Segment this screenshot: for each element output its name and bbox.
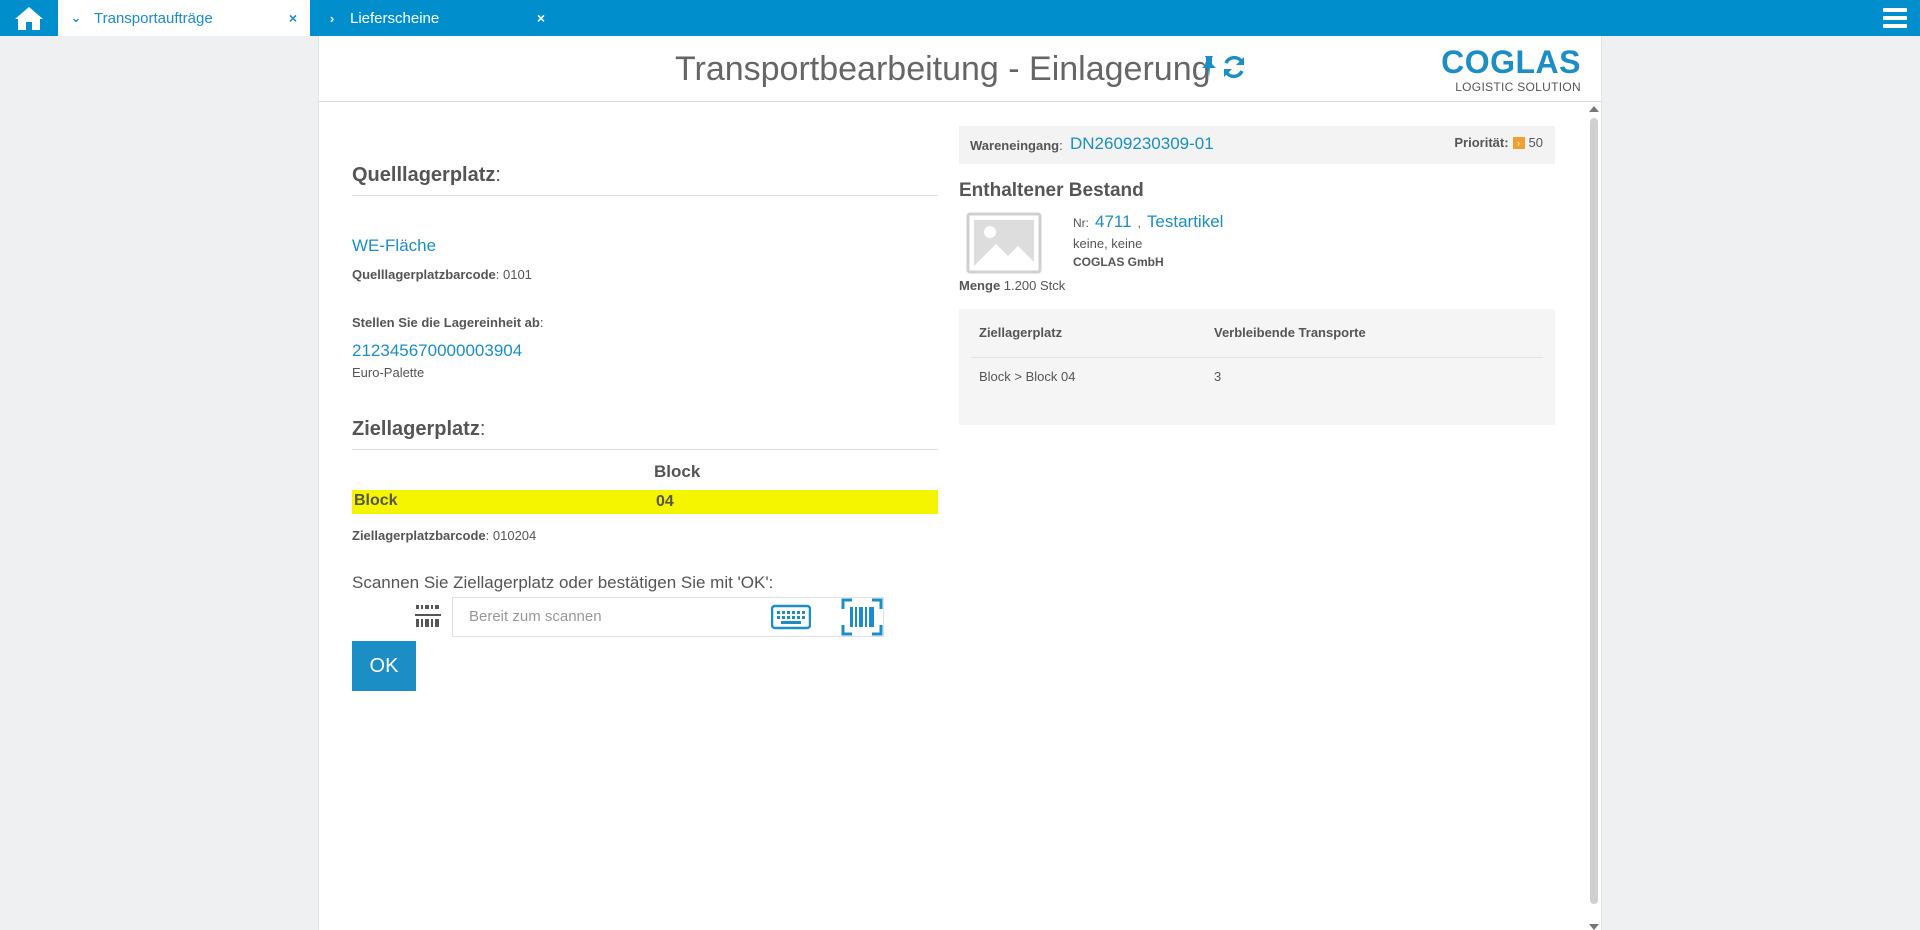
priority: Priorität: › 50 bbox=[1454, 135, 1543, 150]
barcode-scan-icon bbox=[415, 605, 441, 627]
page-title: Transportbearbeitung - Einlagerung bbox=[675, 50, 1211, 88]
target-row-value: 04 bbox=[656, 493, 674, 510]
close-tab-button[interactable]: × bbox=[276, 10, 310, 26]
keyboard-icon[interactable] bbox=[771, 604, 811, 630]
chevron-down-icon: ⌄ bbox=[70, 10, 82, 25]
logo-main-text: COGLAS bbox=[1441, 44, 1581, 80]
target-title: Ziellagerplatz: bbox=[352, 418, 486, 440]
page-header: Transportbearbeitung - Einlagerung COGLA… bbox=[319, 36, 1601, 102]
nr-label: Nr: bbox=[1073, 216, 1089, 230]
tab-label: Lieferscheine bbox=[350, 9, 440, 27]
priority-value: 50 bbox=[1528, 135, 1543, 150]
separator: , bbox=[1137, 216, 1141, 230]
home-icon bbox=[15, 7, 43, 30]
vertical-scrollbar[interactable] bbox=[1587, 104, 1599, 930]
column-header-verbleibende-transporte: Verbleibende Transporte bbox=[1214, 325, 1366, 340]
barcode-camera-icon[interactable] bbox=[841, 598, 883, 636]
article-name-link[interactable]: Testartikel bbox=[1147, 212, 1224, 232]
tab-label: Transportaufträge bbox=[94, 9, 213, 27]
target-section: Ziellagerplatz: bbox=[352, 418, 938, 450]
scan-input-row bbox=[352, 597, 938, 637]
close-tab-button[interactable]: × bbox=[524, 10, 558, 26]
divider bbox=[352, 195, 938, 196]
target-location-grid: Block Block 04 bbox=[352, 450, 938, 514]
quantity: Menge 1.200 Stck bbox=[959, 278, 1066, 293]
source-location-link[interactable]: WE-Fläche bbox=[352, 236, 938, 256]
target-location-row: Block 04 bbox=[352, 490, 938, 514]
article-info: Nr: 4711 , Testartikel keine, keine COGL… bbox=[1073, 212, 1223, 269]
image-placeholder-icon bbox=[966, 212, 1042, 274]
transports-table: Ziellagerplatz Verbleibende Transporte B… bbox=[959, 309, 1555, 425]
right-column: Wareneingang: DN2609230309-01 Priorität:… bbox=[959, 126, 1555, 425]
source-title: Quelllagerplatz: bbox=[352, 164, 501, 186]
main-panel: Transportbearbeitung - Einlagerung COGLA… bbox=[318, 36, 1602, 930]
left-column: Quelllagerplatz: WE-Fläche Quelllagerpla… bbox=[352, 102, 938, 691]
tab-transportauftraege[interactable]: ⌄ Transportaufträge × bbox=[58, 0, 310, 36]
column-header-ziellagerplatz: Ziellagerplatz bbox=[979, 325, 1063, 340]
refresh-icon[interactable] bbox=[1221, 54, 1247, 80]
source-section: Quelllagerplatz: bbox=[352, 164, 938, 196]
unit-type: Euro-Palette bbox=[352, 365, 425, 380]
scroll-down-arrow-icon[interactable] bbox=[1589, 924, 1599, 930]
scrollbar-thumb[interactable] bbox=[1590, 118, 1598, 904]
home-button[interactable] bbox=[0, 0, 58, 36]
receipt-number-link[interactable]: DN2609230309-01 bbox=[1070, 134, 1214, 154]
coglas-logo: COGLAS LOGISTIC SOLUTION bbox=[1441, 46, 1581, 94]
receipt-bar: Wareneingang: DN2609230309-01 Priorität:… bbox=[959, 126, 1555, 164]
scan-input[interactable] bbox=[469, 608, 769, 625]
target-row-label: Block bbox=[354, 492, 398, 509]
stock-title: Enthaltener Bestand bbox=[959, 180, 1144, 201]
divider bbox=[971, 357, 1543, 358]
top-bar: ⌄ Transportaufträge × › Lieferscheine × bbox=[0, 0, 1920, 36]
article-attributes: keine, keine bbox=[1073, 236, 1143, 251]
company-name: COGLAS GmbH bbox=[1073, 255, 1164, 269]
article-number-row: Nr: 4711 , Testartikel bbox=[1073, 212, 1223, 232]
hamburger-menu-icon bbox=[1883, 8, 1907, 28]
scroll-up-arrow-icon[interactable] bbox=[1589, 106, 1599, 112]
article-number-link[interactable]: 4711 bbox=[1095, 212, 1132, 232]
chevron-right-icon: › bbox=[329, 10, 335, 26]
block-column-header: Block bbox=[654, 462, 701, 481]
table-cell-location: Block > Block 04 bbox=[979, 369, 1076, 384]
article-card: Nr: 4711 , Testartikel keine, keine COGL… bbox=[959, 208, 1555, 278]
source-barcode: Quelllagerplatzbarcode: 0101 bbox=[352, 267, 532, 282]
priority-label: Priorität: bbox=[1454, 135, 1509, 150]
unit-instruction: Stellen Sie die Lagereinheit ab: bbox=[352, 315, 544, 330]
scan-prompt: Scannen Sie Ziellagerplatz oder bestätig… bbox=[352, 573, 774, 592]
tab-lieferscheine[interactable]: › Lieferscheine × bbox=[314, 0, 558, 36]
table-cell-remaining: 3 bbox=[1214, 369, 1222, 384]
title-actions bbox=[1199, 54, 1247, 80]
logo-sub-text: LOGISTIC SOLUTION bbox=[1455, 80, 1581, 94]
priority-icon: › bbox=[1512, 136, 1525, 149]
pin-icon[interactable] bbox=[1199, 54, 1219, 80]
receipt-label: Wareneingang: bbox=[970, 138, 1063, 153]
main-menu-button[interactable] bbox=[1870, 0, 1920, 36]
target-barcode: Ziellagerplatzbarcode: 010204 bbox=[352, 528, 537, 543]
scan-input-container bbox=[452, 597, 884, 637]
unit-id-link[interactable]: 212345670000003904 bbox=[352, 341, 938, 361]
ok-button[interactable]: OK bbox=[352, 641, 416, 691]
